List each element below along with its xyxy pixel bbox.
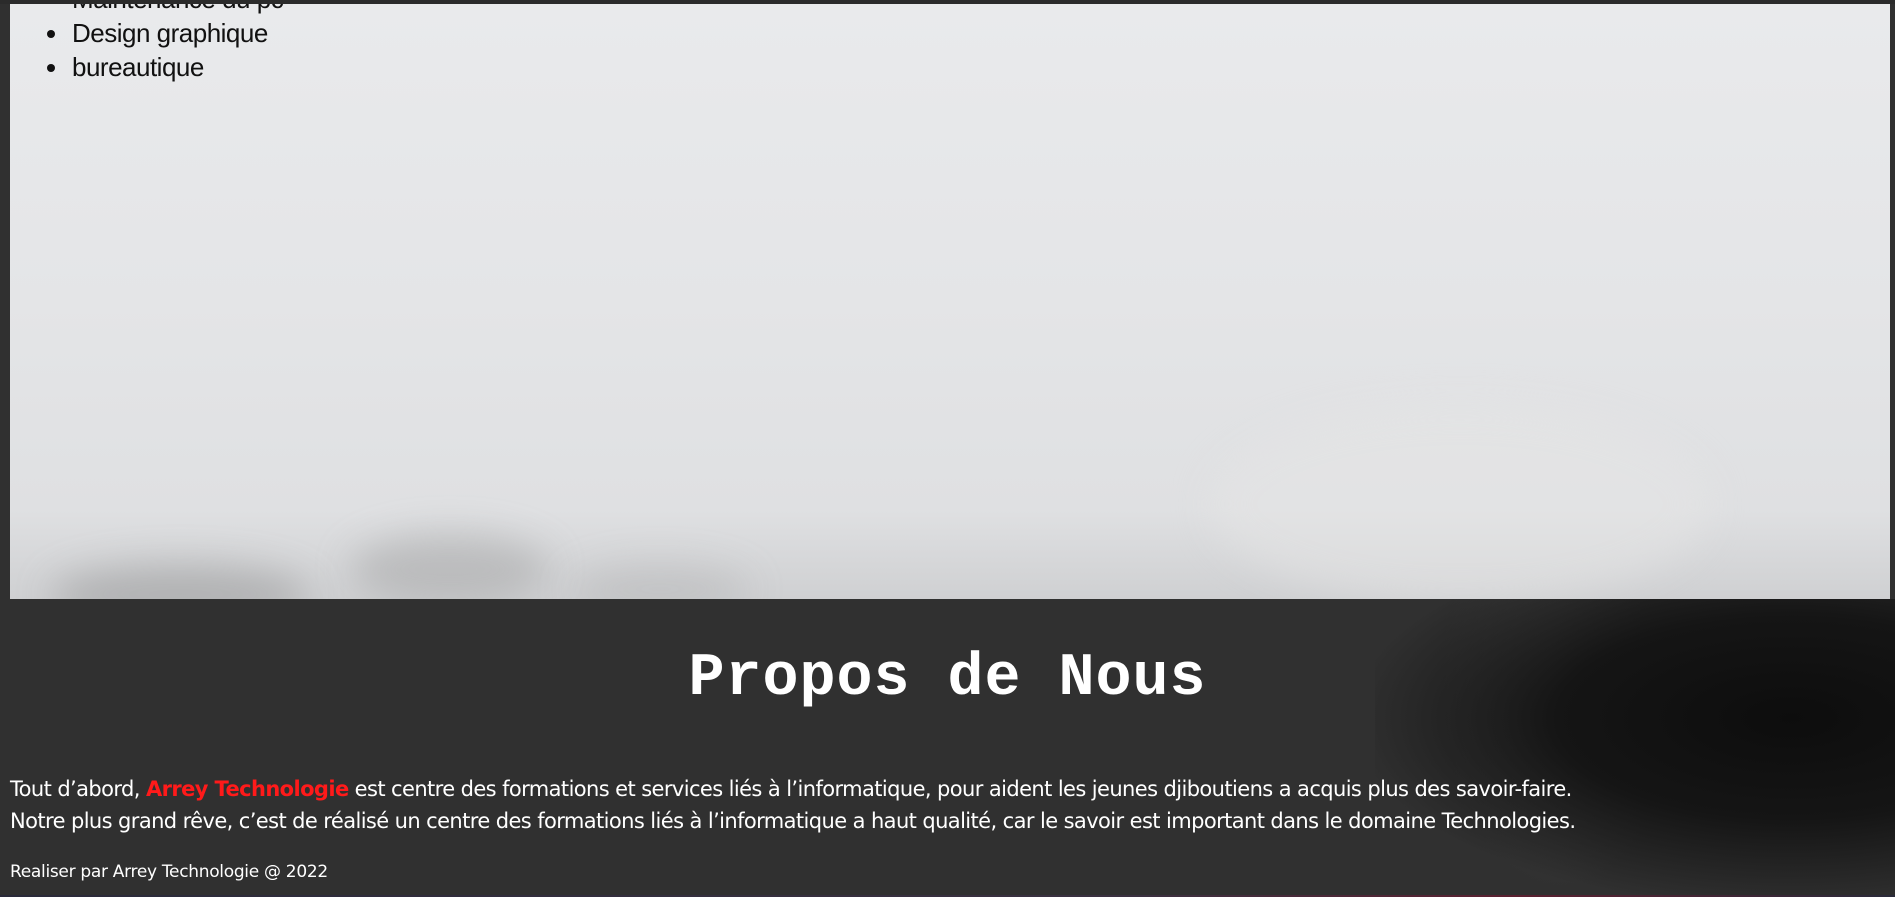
service-label: bureautique: [72, 52, 204, 82]
hero-cloud: [350, 534, 550, 599]
hero-cloud: [570, 564, 750, 599]
service-label: Design graphique: [72, 18, 268, 48]
about-line2: Notre plus grand rêve, c’est de réalisé …: [10, 809, 1576, 833]
list-item: Maintenance du pc: [70, 4, 284, 16]
brand-name: Arrey Technologie: [145, 777, 349, 801]
list-item: Design graphique: [70, 16, 283, 50]
hero-cloud: [1210, 404, 1710, 599]
service-label: Maintenance du pc: [72, 4, 284, 14]
hero-banner: Maintenance du pc Design graphique burea…: [10, 4, 1890, 599]
about-line1-suffix: est centre des formations et services li…: [348, 777, 1573, 801]
services-list: Maintenance du pc Design graphique burea…: [50, 4, 284, 84]
hero-cloud: [50, 564, 310, 599]
about-title: Propos de Nous: [688, 645, 1207, 713]
list-item: bureautique: [70, 50, 283, 84]
footer-credit: Realiser par Arrey Technologie @ 2022: [10, 862, 328, 882]
about-line1-prefix: Tout d’abord,: [10, 777, 146, 801]
page: Maintenance du pc Design graphique burea…: [0, 0, 1895, 897]
about-paragraph: Tout d’abord, Arrey Technologie est cent…: [10, 773, 1870, 837]
background-figure: [1375, 599, 1895, 897]
